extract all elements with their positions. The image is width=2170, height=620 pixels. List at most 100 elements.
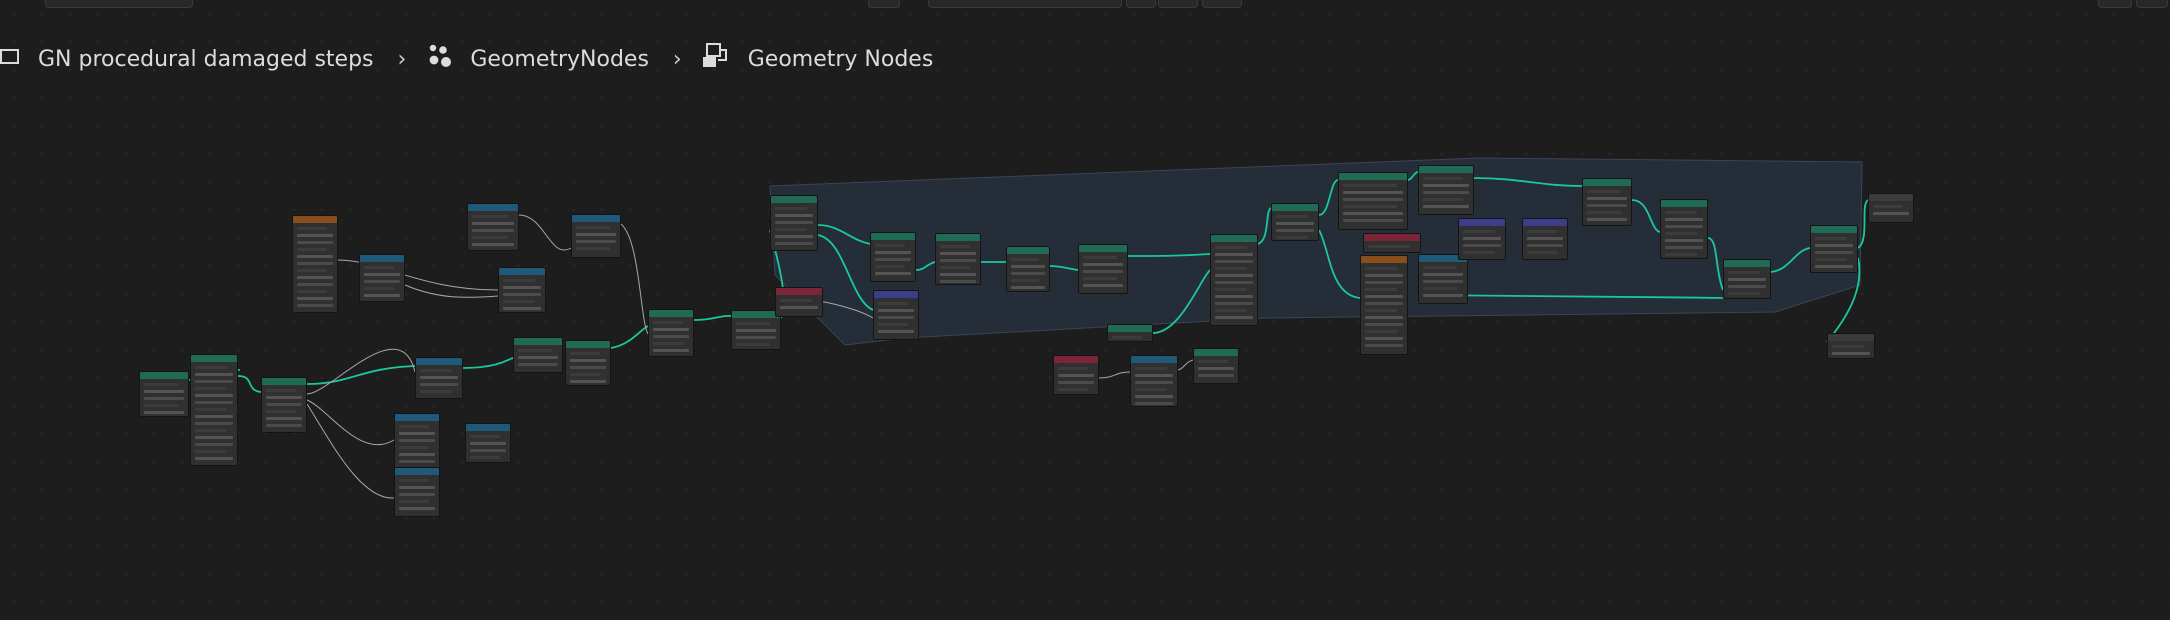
node-socket-row[interactable] [1815, 265, 1853, 268]
value-link[interactable] [306, 399, 395, 446]
node-geometry-17[interactable] [770, 195, 818, 251]
node-socket-row[interactable] [1423, 205, 1469, 208]
node-header[interactable] [395, 414, 439, 421]
geometry-link[interactable] [693, 314, 732, 321]
node-socket-row[interactable] [940, 259, 976, 262]
node-socket-row[interactable] [503, 293, 541, 296]
node-socket-row[interactable] [1215, 302, 1253, 305]
node-socket-row[interactable] [399, 453, 435, 456]
node-header[interactable] [1811, 226, 1857, 233]
node-socket-row[interactable] [1728, 285, 1766, 288]
node-header[interactable] [1419, 166, 1473, 173]
node-socket-row[interactable] [195, 457, 233, 460]
node-converter-31[interactable] [1418, 254, 1468, 304]
node-socket-row[interactable] [266, 424, 302, 427]
node-socket-row[interactable] [1665, 253, 1697, 256]
node-socket-row[interactable] [1276, 222, 1314, 225]
node-socket-row[interactable] [1215, 295, 1253, 298]
node-socket-row[interactable] [1832, 352, 1870, 355]
node-socket-row[interactable] [399, 493, 435, 496]
node-socket-row[interactable] [1215, 260, 1253, 263]
node-socket-row[interactable] [470, 435, 500, 438]
node-socket-row[interactable] [878, 316, 914, 319]
node-header[interactable] [776, 288, 822, 295]
node-socket-row[interactable] [576, 240, 616, 243]
node-socket-row[interactable] [1135, 388, 1167, 391]
value-link[interactable] [404, 284, 499, 298]
node-socket-row[interactable] [1665, 239, 1703, 242]
node-header[interactable] [1361, 256, 1407, 263]
node-socket-row[interactable] [1215, 267, 1247, 270]
node-output-38[interactable] [1868, 193, 1914, 223]
node-geometry-28[interactable] [1418, 165, 1474, 215]
node-socket-row[interactable] [195, 387, 227, 390]
node-socket-row[interactable] [1135, 374, 1173, 377]
node-socket-row[interactable] [1527, 237, 1563, 240]
node-socket-row[interactable] [1343, 184, 1397, 187]
node-header[interactable] [468, 204, 518, 211]
node-socket-row[interactable] [1135, 367, 1167, 370]
node-socket-row[interactable] [1815, 237, 1847, 240]
node-socket-row[interactable] [1463, 251, 1495, 254]
node-socket-row[interactable] [144, 390, 184, 393]
node-socket-row[interactable] [144, 383, 178, 386]
node-socket-row[interactable] [195, 380, 233, 383]
node-geometry-23[interactable] [1078, 244, 1128, 294]
node-header[interactable] [566, 341, 610, 348]
node-socket-row[interactable] [364, 280, 400, 283]
node-socket-row[interactable] [364, 294, 400, 297]
node-geometry-15[interactable] [648, 309, 694, 357]
node-socket-row[interactable] [875, 251, 911, 254]
node-socket-row[interactable] [1011, 258, 1039, 261]
node-header[interactable] [936, 234, 980, 241]
node-socket-row[interactable] [1587, 218, 1627, 221]
value-link[interactable] [518, 214, 572, 251]
node-socket-row[interactable] [518, 363, 558, 366]
node-socket-row[interactable] [518, 349, 552, 352]
node-header[interactable] [649, 310, 693, 317]
node-socket-row[interactable] [420, 390, 452, 393]
node-header[interactable] [514, 338, 562, 345]
node-input-4[interactable] [292, 215, 338, 313]
node-header[interactable] [1272, 204, 1318, 211]
node-geometry-3[interactable] [261, 377, 307, 433]
node-converter-9[interactable] [415, 357, 463, 399]
node-socket-row[interactable] [297, 290, 327, 293]
node-header[interactable] [1661, 200, 1707, 207]
node-header[interactable] [1583, 179, 1631, 186]
node-socket-row[interactable] [1276, 236, 1308, 239]
node-socket-row[interactable] [1665, 218, 1703, 221]
node-socket-row[interactable] [1365, 295, 1403, 298]
node-socket-row[interactable] [1423, 273, 1463, 276]
node-header[interactable] [1194, 349, 1238, 356]
node-geometry-27[interactable] [1338, 172, 1408, 230]
node-socket-row[interactable] [297, 234, 333, 237]
node-geometry-37[interactable] [1810, 225, 1858, 273]
node-socket-row[interactable] [1665, 246, 1703, 249]
node-socket-row[interactable] [576, 247, 610, 250]
node-socket-row[interactable] [420, 369, 452, 372]
node-socket-row[interactable] [878, 302, 908, 305]
node-socket-row[interactable] [1083, 277, 1117, 280]
node-socket-row[interactable] [1665, 211, 1697, 214]
node-socket-row[interactable] [195, 366, 227, 369]
node-header[interactable] [572, 215, 620, 222]
node-socket-row[interactable] [1343, 212, 1403, 215]
node-socket-row[interactable] [1815, 258, 1847, 261]
node-socket-row[interactable] [1423, 198, 1463, 201]
node-socket-row[interactable] [576, 226, 610, 229]
node-socket-row[interactable] [297, 276, 333, 279]
node-socket-row[interactable] [570, 352, 600, 355]
node-vector-33[interactable] [1522, 218, 1568, 260]
node-socket-row[interactable] [364, 266, 394, 269]
node-socket-row[interactable] [364, 273, 400, 276]
node-socket-row[interactable] [470, 442, 506, 445]
node-socket-row[interactable] [1343, 191, 1403, 194]
node-socket-row[interactable] [144, 397, 184, 400]
node-socket-row[interactable] [1423, 191, 1469, 194]
node-geometry-13[interactable] [513, 337, 563, 373]
node-socket-row[interactable] [1365, 337, 1403, 340]
node-socket-row[interactable] [195, 450, 227, 453]
node-socket-row[interactable] [1365, 309, 1397, 312]
node-socket-row[interactable] [736, 343, 770, 346]
